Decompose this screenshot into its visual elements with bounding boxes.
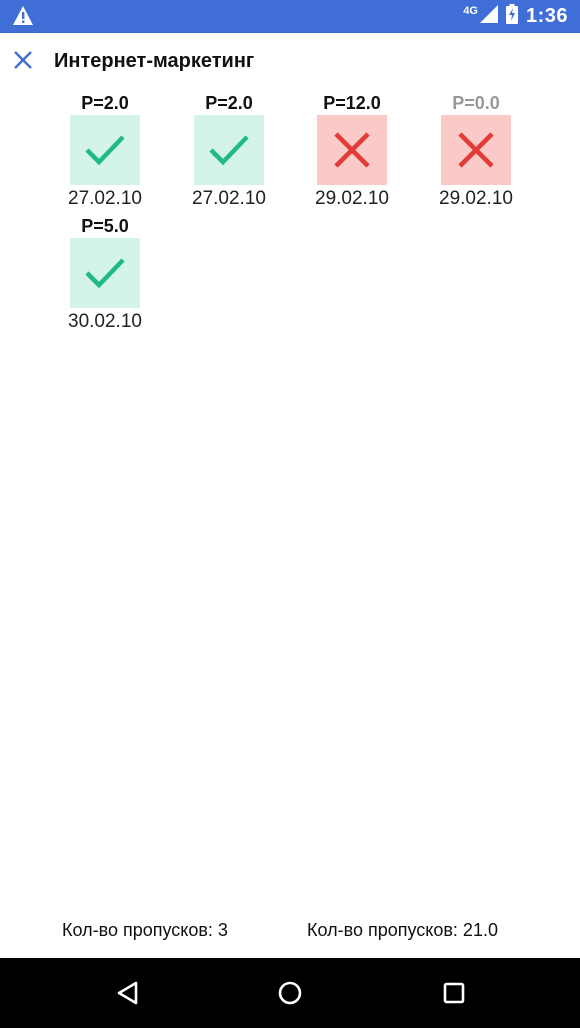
check-icon: [209, 135, 249, 166]
warning-icon: [12, 5, 34, 27]
back-button[interactable]: [110, 975, 146, 1011]
attendance-record[interactable]: P=2.0 27.02.10: [62, 91, 148, 211]
points-label: P=2.0: [81, 93, 129, 113]
check-icon: [85, 135, 125, 166]
cross-icon: [334, 132, 370, 168]
date-label: 27.02.10: [68, 188, 142, 209]
attendance-record[interactable]: P=12.0 29.02.10: [309, 91, 395, 211]
summary-footer: Кол-во пропусков: 3 Кол-во пропусков: 21…: [0, 918, 580, 948]
attendance-record[interactable]: P=5.0 30.02.10: [62, 214, 148, 334]
absences-count: Кол-во пропусков: 3: [62, 920, 228, 940]
home-button[interactable]: [272, 975, 308, 1011]
attendance-record[interactable]: P=0.0 29.02.10: [433, 91, 519, 211]
system-nav-bar: [0, 958, 580, 1028]
battery-charging-icon: [505, 4, 518, 29]
back-icon: [117, 981, 138, 1005]
date-label: 29.02.10: [439, 188, 513, 209]
points-label: P=2.0: [205, 93, 253, 113]
signal-icon: [479, 5, 498, 28]
clock: 1:36: [525, 5, 568, 27]
absences-total: Кол-во пропусков: 21.0: [307, 920, 498, 940]
close-button[interactable]: [8, 47, 38, 77]
absent-badge: [317, 115, 387, 185]
close-icon: [13, 50, 33, 75]
date-label: 29.02.10: [315, 188, 389, 209]
date-label: 30.02.10: [68, 311, 142, 332]
home-icon: [278, 981, 302, 1005]
app-bar: Интернет-маркетинг: [0, 33, 580, 91]
recents-icon: [443, 982, 465, 1004]
date-label: 27.02.10: [192, 188, 266, 209]
status-bar: 4G 1:36: [0, 0, 580, 33]
points-label: P=12.0: [323, 93, 381, 113]
points-label: P=5.0: [81, 216, 129, 236]
check-icon: [85, 258, 125, 289]
network-type: 4G: [463, 4, 478, 17]
page-title: Интернет-маркетинг: [54, 50, 255, 72]
present-badge: [194, 115, 264, 185]
present-badge: [70, 115, 140, 185]
cross-icon: [458, 132, 494, 168]
points-label: P=0.0: [452, 93, 500, 113]
recents-button[interactable]: [436, 975, 472, 1011]
attendance-record[interactable]: P=2.0 27.02.10: [186, 91, 272, 211]
present-badge: [70, 238, 140, 308]
absent-badge: [441, 115, 511, 185]
